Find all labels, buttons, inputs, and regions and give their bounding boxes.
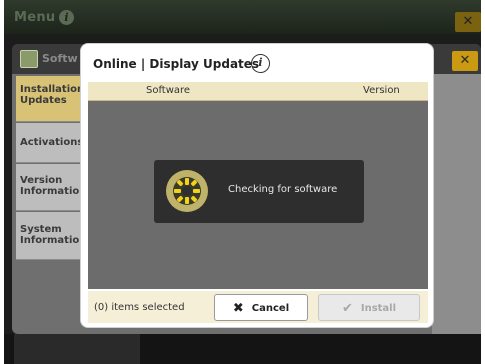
column-software: Software [146, 85, 191, 96]
close-icon: ✖ [232, 301, 244, 316]
info-icon[interactable]: i [59, 10, 74, 25]
items-selected-count: (0) items selected [94, 302, 185, 313]
bottom-tab[interactable] [14, 334, 140, 364]
tab-system-information[interactable]: System Information [16, 212, 86, 260]
tab-activations[interactable]: Activations [16, 123, 84, 163]
content-panel [432, 74, 481, 334]
tab-label: System Information [20, 224, 87, 246]
install-label: Install [360, 303, 397, 314]
dialog-title: Online | Display Updates [93, 57, 260, 71]
tab-installation-updates[interactable]: Installation Updates [16, 76, 84, 122]
loading-spinner-icon [166, 170, 208, 212]
dialog-footer: (0) items selected ✖ Cancel ✔ Install [88, 291, 428, 323]
column-version: Version [363, 85, 400, 96]
software-window-title: Softw [42, 52, 78, 65]
software-manager-icon [20, 50, 38, 68]
tab-label: Version Information [20, 175, 87, 197]
display-screen: Menu i ✕ Softw ✕ Installation Updates Ac… [4, 0, 481, 364]
menu-bar: Menu i ✕ [4, 0, 481, 34]
checking-status-text: Checking for software [228, 184, 338, 195]
checkmark-icon: ✔ [341, 301, 353, 316]
tab-label: Installation Updates [20, 84, 85, 106]
install-button[interactable]: ✔ Install [318, 294, 420, 321]
table-header: Software Version [88, 82, 428, 101]
display-updates-dialog: Online | Display Updates i Software Vers… [80, 43, 434, 328]
checking-status-box: Checking for software [154, 160, 364, 223]
software-list: Checking for software [88, 101, 428, 289]
tab-version-information[interactable]: Version Information [16, 164, 86, 211]
close-icon[interactable]: ✕ [452, 51, 478, 71]
tab-label: Activations [20, 137, 84, 148]
cancel-button[interactable]: ✖ Cancel [214, 294, 308, 321]
cancel-label: Cancel [251, 303, 290, 314]
menu-title[interactable]: Menu [14, 10, 55, 25]
close-icon[interactable]: ✕ [455, 12, 481, 32]
info-icon[interactable]: i [251, 54, 270, 73]
